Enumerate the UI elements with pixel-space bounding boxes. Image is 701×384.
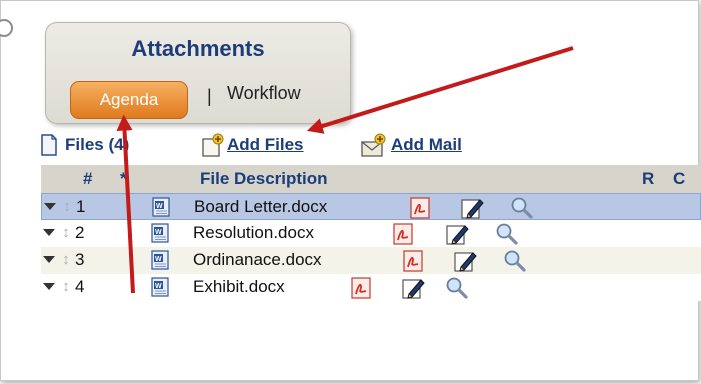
circle-icon [0,19,13,37]
row-number: 1 [76,197,86,216]
svg-text:W: W [155,283,162,290]
tab-separator: | [207,86,212,106]
attachments-tab-panel: Attachments Agenda | Workflow [45,22,351,124]
col-header-number[interactable]: # [83,169,92,189]
magnifier-icon[interactable] [445,276,469,300]
word-document-icon: W [151,250,169,270]
row-menu-caret-icon[interactable] [44,203,56,210]
edit-pencil-icon[interactable] [401,276,425,300]
add-file-icon [202,133,224,157]
table-row[interactable]: ↕ 2 W Resolution.docx [41,220,701,247]
col-header-star[interactable]: * [120,169,127,189]
attachments-window: Attachments Agenda | Workflow Files (4) … [0,0,701,381]
row-menu-caret-icon[interactable] [43,283,55,290]
svg-text:W: W [155,256,162,263]
col-header-c[interactable]: C [673,169,685,189]
file-name[interactable]: Board Letter.docx [194,197,327,217]
document-icon [41,134,57,156]
tab-workflow[interactable]: Workflow [227,83,301,104]
row-menu-caret-icon[interactable] [43,256,55,263]
svg-text:W: W [156,203,163,210]
pdf-icon[interactable] [349,276,373,300]
table-row[interactable]: ↕ 3 W Ordinanace.docx [41,247,701,274]
magnifier-icon[interactable] [503,249,527,273]
magnifier-icon[interactable] [510,196,534,220]
arrow-to-add-files [306,46,574,134]
attachments-toolbar: Files (4) Add Files Add Mail [41,131,701,159]
col-header-r[interactable]: R [642,169,654,189]
drag-handle-icon[interactable]: ↕ [59,223,73,243]
add-mail-label: Add Mail [391,135,462,154]
svg-text:W: W [155,229,162,236]
table-row[interactable]: ↕ 1 W Board Letter.docx [41,193,701,220]
add-files-button[interactable]: Add Files [199,131,304,159]
file-name[interactable]: Resolution.docx [193,223,314,243]
files-count-label: Files (4) [65,135,130,154]
pdf-icon[interactable] [391,222,415,246]
row-number: 4 [75,277,85,296]
word-document-icon: W [151,277,169,297]
pdf-icon[interactable] [408,196,432,220]
add-mail-icon [361,133,386,157]
edit-pencil-icon[interactable] [445,222,469,246]
edit-pencil-icon[interactable] [460,196,484,220]
add-mail-button[interactable]: Add Mail [359,131,462,159]
row-number: 2 [75,223,85,242]
magnifier-icon[interactable] [495,222,519,246]
pdf-icon[interactable] [401,249,425,273]
edit-pencil-icon[interactable] [453,249,477,273]
drag-handle-icon[interactable]: ↕ [59,250,73,270]
add-files-label: Add Files [227,135,304,154]
row-number: 3 [75,250,85,269]
files-count[interactable]: Files (4) [41,131,129,159]
table-row[interactable]: ↕ 4 W Exhibit.docx [41,274,701,301]
col-header-description[interactable]: File Description [200,169,328,189]
tab-agenda[interactable]: Agenda [70,81,188,119]
row-menu-caret-icon[interactable] [43,229,55,236]
word-document-icon: W [152,197,170,217]
file-name[interactable]: Exhibit.docx [193,277,285,297]
drag-handle-icon[interactable]: ↕ [59,277,73,297]
table-header: # * File Description R C [41,165,701,193]
attachments-table: # * File Description R C ↕ 1 W Board Let… [41,165,701,301]
drag-handle-icon[interactable]: ↕ [60,197,74,217]
attachments-title: Attachments [131,36,265,61]
file-name[interactable]: Ordinanace.docx [193,250,322,270]
word-document-icon: W [151,223,169,243]
